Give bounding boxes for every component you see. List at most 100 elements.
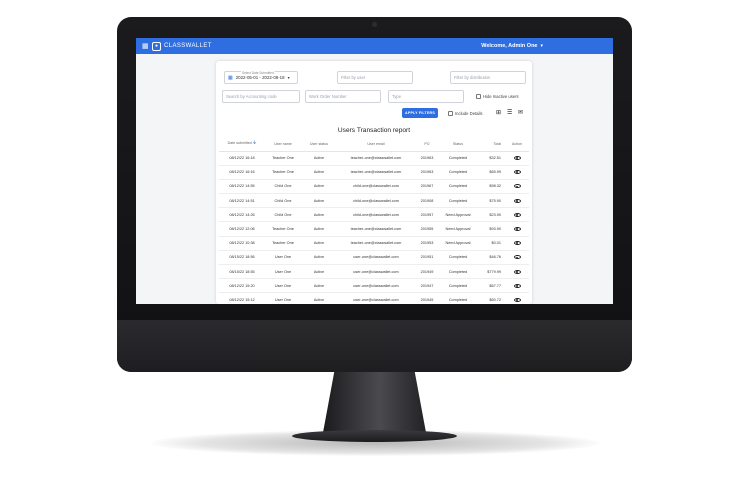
hide-inactive-checkbox[interactable]	[476, 94, 481, 99]
cell-status: Need Approval	[439, 236, 477, 251]
chevron-down-icon[interactable]: ▾	[540, 43, 543, 49]
cell-user-name: Child One	[265, 193, 301, 209]
eye-icon[interactable]	[513, 212, 521, 217]
cell-user-name: Teacher One	[265, 221, 301, 237]
cell-user-email: child-one@classwallet.com	[337, 207, 415, 223]
table-row: 08/12/22 15:20 User One Active user-one@…	[219, 278, 529, 294]
cell-action	[505, 278, 529, 294]
eye-icon[interactable]	[513, 269, 521, 274]
eye-icon[interactable]	[513, 283, 521, 288]
cell-status: Need Approval	[439, 221, 477, 237]
transactions-table: Date submitted 🡫 User name User status U…	[219, 137, 529, 304]
work-order-input[interactable]: Work Order Number	[305, 90, 381, 103]
hide-inactive-label: Hide Inactive users	[483, 94, 519, 99]
cell-user-email: user-one@classwallet.com	[337, 278, 415, 294]
include-details-checkbox[interactable]	[448, 111, 453, 116]
cell-user-name: User One	[265, 264, 301, 280]
report-card: Select Date Submitted ▦ 2022-05-01 - 202…	[216, 61, 532, 304]
top-navbar: ▦ ● CLASSWALLET Welcome, Admin One ▾	[136, 38, 613, 54]
brand-name: CLASSWALLET	[164, 43, 212, 49]
cell-user-status: Active	[301, 165, 337, 180]
cell-date: 08/15/22 18:55	[219, 264, 265, 280]
menu-icon[interactable]: ▦	[142, 42, 152, 50]
cell-user-name: Teacher One	[265, 236, 301, 251]
export-icon[interactable]: ⊞	[496, 109, 501, 116]
user-filter-input[interactable]: Filter by user	[337, 71, 413, 84]
cell-status: Completed	[439, 292, 477, 304]
cell-user-name: Child One	[265, 179, 301, 195]
eye-icon[interactable]	[513, 227, 521, 232]
table-row: 08/12/22 12:06 Teacher One Active teache…	[219, 221, 529, 237]
screen: ▦ ● CLASSWALLET Welcome, Admin One ▾ Sel…	[136, 38, 613, 304]
column-header-po[interactable]: PO	[415, 137, 439, 152]
calendar-icon: ▦	[228, 74, 233, 81]
cell-user-email: child-one@classwallet.com	[337, 179, 415, 195]
cell-user-status: Active	[301, 179, 337, 195]
hide-inactive-toggle[interactable]: Hide Inactive users	[476, 94, 519, 99]
cell-user-status: Active	[301, 221, 337, 237]
cell-total: $75.90	[477, 193, 505, 209]
cell-po: 201963	[415, 165, 439, 180]
cell-po: 201949	[415, 264, 439, 280]
cell-total: $32.51	[477, 151, 505, 166]
cell-action	[505, 264, 529, 280]
column-header-user-email[interactable]: User email	[337, 137, 415, 152]
cell-user-name: User One	[265, 250, 301, 266]
column-header-status[interactable]: Status	[439, 137, 477, 152]
monitor-stand-base	[292, 430, 457, 442]
cell-user-name: User One	[265, 278, 301, 294]
cell-user-status: Active	[301, 278, 337, 294]
eye-icon[interactable]	[513, 255, 521, 260]
cell-status: Need Approval	[439, 207, 477, 223]
eye-icon[interactable]	[513, 241, 521, 246]
cell-action	[505, 165, 529, 180]
cell-total: $23.90	[477, 207, 505, 223]
eye-icon[interactable]	[513, 297, 521, 302]
arrow-down-icon[interactable]: 🡫	[253, 140, 257, 146]
cell-user-email: user-one@classwallet.com	[337, 264, 415, 280]
classwallet-logo-icon: ●	[152, 41, 161, 51]
cell-action	[505, 221, 529, 237]
chevron-down-icon: ▾	[287, 75, 290, 80]
user-menu[interactable]: Welcome, Admin One	[481, 43, 537, 49]
table-row: 08/12/22 16:18 Teacher One Active teache…	[219, 151, 529, 166]
cell-status: Completed	[439, 250, 477, 266]
cell-user-status: Active	[301, 264, 337, 280]
cell-po: 201951	[415, 250, 439, 266]
eye-icon[interactable]	[513, 198, 521, 203]
cell-user-name: Teacher One	[265, 165, 301, 180]
camera-icon	[372, 22, 377, 27]
include-details-toggle[interactable]: Include Details	[448, 111, 482, 116]
column-header-user-name[interactable]: User name	[265, 137, 301, 152]
cell-user-status: Active	[301, 151, 337, 166]
column-header-date[interactable]: Date submitted 🡫	[219, 137, 265, 152]
cell-po: 201908	[415, 193, 439, 209]
eye-icon[interactable]	[513, 170, 521, 175]
cell-action	[505, 207, 529, 223]
cell-user-status: Active	[301, 250, 337, 266]
eye-icon[interactable]	[513, 184, 521, 189]
monitor-chin	[117, 320, 632, 372]
apply-filters-button[interactable]: APPLY FILTERS	[402, 108, 438, 118]
email-icon[interactable]: ✉	[518, 109, 523, 116]
table-row: 08/15/22 18:55 User One Active user-one@…	[219, 264, 529, 280]
cell-user-email: teacher-one@classwallet.com	[337, 236, 415, 251]
accounting-code-input[interactable]: Search by Accounting code	[222, 90, 300, 103]
eye-icon[interactable]	[513, 156, 521, 161]
cell-date: 08/12/22 14:26	[219, 207, 265, 223]
list-icon[interactable]: ☰	[507, 109, 512, 116]
cell-status: Completed	[439, 165, 477, 180]
cell-status: Completed	[439, 193, 477, 209]
cell-status: Completed	[439, 151, 477, 166]
column-header-user-status[interactable]: User status	[301, 137, 337, 152]
cell-user-status: Active	[301, 236, 337, 251]
type-select[interactable]: Type	[388, 90, 464, 103]
column-header-action: Action	[505, 137, 529, 152]
table-row: 08/12/22 14:26 Child One Active child-on…	[219, 207, 529, 223]
cell-user-name: Teacher One	[265, 151, 301, 166]
cell-po: 201963	[415, 151, 439, 166]
column-header-total[interactable]: Total	[477, 137, 505, 152]
date-range-picker[interactable]: Select Date Submitted ▦ 2022-05-01 - 202…	[224, 71, 298, 84]
distribution-filter-input[interactable]: Filter by distribution	[450, 71, 526, 84]
report-title: Users Transaction report	[337, 127, 411, 134]
